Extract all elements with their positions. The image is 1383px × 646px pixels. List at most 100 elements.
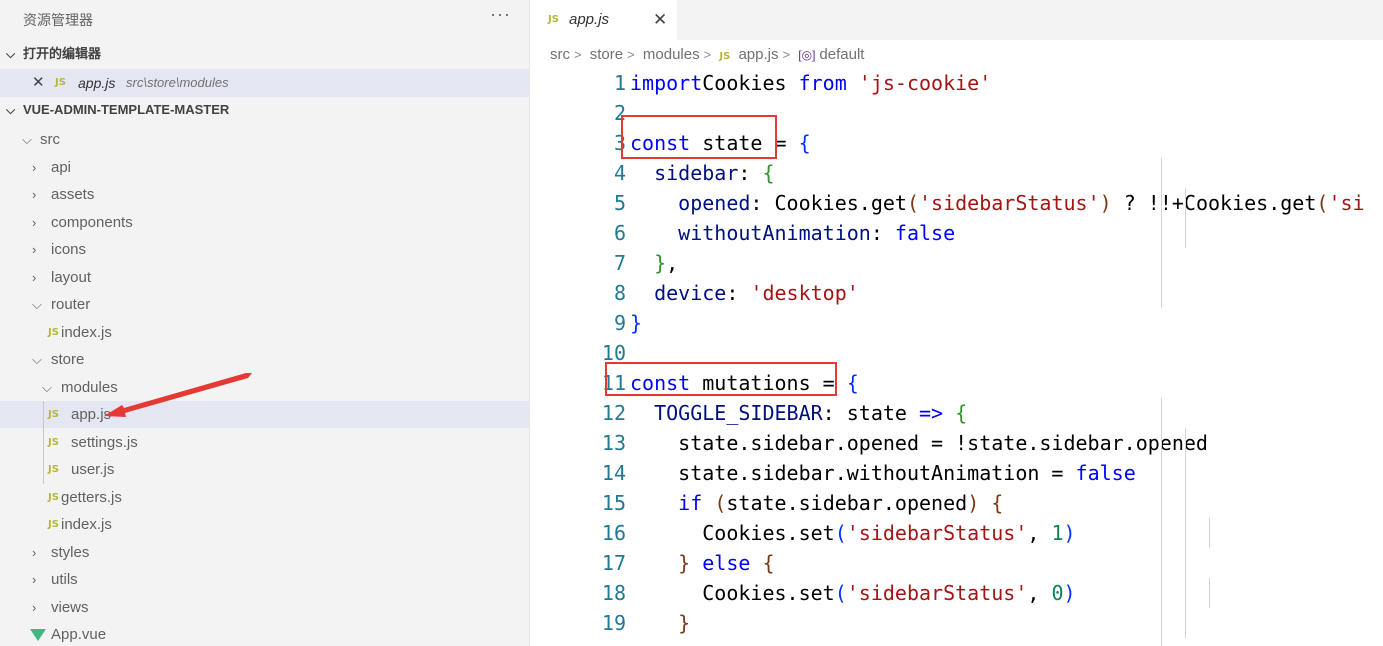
tree-folder-layout[interactable]: › layout	[0, 264, 529, 291]
tree-file-getters-js[interactable]: JS getters.js	[0, 484, 529, 511]
line-number: 9	[613, 311, 626, 335]
code-token: )	[1063, 521, 1076, 545]
code-token: 'sidebarStatus'	[919, 191, 1100, 215]
line-number: 2	[613, 101, 626, 125]
code-text: importCookies from 'js-cookie'	[630, 68, 991, 98]
open-editors-label: 打开的编辑器	[23, 46, 102, 61]
tree-item-label: components	[51, 213, 133, 231]
code-token: }	[654, 251, 667, 275]
tree-folder-icons[interactable]: › icons	[0, 236, 529, 263]
tree-folder-styles[interactable]: › styles	[0, 539, 529, 566]
code-token: {	[846, 371, 859, 395]
code-token: ,	[1027, 581, 1052, 605]
code-token: state.sidebar.opened = !state.sidebar.op…	[630, 431, 1208, 455]
breadcrumb-file[interactable]: app.js	[738, 46, 778, 63]
js-file-icon: JS	[48, 491, 59, 503]
code-token: )	[1063, 581, 1076, 605]
code-line: 13 state.sidebar.opened = !state.sidebar…	[530, 428, 1383, 458]
chevron-right-icon: ›	[32, 242, 37, 257]
explorer-title: 资源管理器	[23, 12, 93, 28]
code-token: else	[702, 551, 751, 575]
code-line: 6 withoutAnimation: false	[530, 218, 1383, 248]
code-token: : Cookies.get	[750, 191, 907, 215]
js-file-icon: JS	[548, 14, 559, 25]
line-number: 4	[613, 161, 626, 185]
more-actions-icon[interactable]: ···	[490, 4, 511, 25]
code-token: :	[870, 221, 895, 245]
open-editor-item[interactable]: ✕ JS app.js src\store\modules	[0, 69, 529, 97]
code-line: 8 device: 'desktop'	[530, 278, 1383, 308]
code-token: }	[678, 611, 691, 635]
chevron-right-icon: >	[574, 47, 582, 62]
code-token: {	[955, 401, 968, 425]
line-number: 3	[613, 131, 626, 155]
tree-folder-modules[interactable]: ⌵ modules	[0, 374, 529, 401]
close-icon[interactable]: ✕	[32, 69, 45, 97]
tree-folder-utils[interactable]: › utils	[0, 566, 529, 593]
code-token: from	[798, 71, 847, 95]
tree-item-label: getters.js	[61, 488, 122, 506]
line-number: 18	[601, 581, 626, 605]
open-editors-header[interactable]: ⌵ 打开的编辑器	[0, 41, 529, 67]
breadcrumb-src[interactable]: src	[550, 46, 570, 63]
tree-item-label: utils	[51, 571, 78, 588]
tree-file-settings-js[interactable]: JS settings.js	[0, 429, 529, 456]
close-icon[interactable]: ✕	[653, 0, 667, 40]
indent-guide	[1209, 518, 1210, 548]
tree-folder-router[interactable]: ⌵ router	[0, 291, 529, 318]
tree-folder-components[interactable]: › components	[0, 209, 529, 236]
code-token: 'si	[1328, 191, 1365, 215]
tree-folder-assets[interactable]: › assets	[0, 181, 529, 208]
code-text: Cookies.set('sidebarStatus', 0)	[630, 578, 1076, 608]
breadcrumb-modules[interactable]: modules	[643, 46, 700, 63]
code-token: )	[967, 491, 980, 515]
code-text: state.sidebar.withoutAnimation = false	[630, 458, 1136, 488]
line-number: 5	[613, 191, 626, 215]
tree-file-index-js[interactable]: JS index.js	[0, 511, 529, 538]
tree-item-label: router	[51, 296, 91, 313]
code-token: Cookies.set	[630, 581, 835, 605]
chevron-right-icon: ›	[32, 214, 37, 230]
tab-app-js[interactable]: JS app.js ✕	[530, 0, 677, 40]
breadcrumb-store[interactable]: store	[590, 46, 623, 63]
code-token: withoutAnimation	[678, 221, 871, 245]
code-text: opened: Cookies.get('sidebarStatus') ? !…	[630, 188, 1365, 218]
tree-folder-store[interactable]: ⌵ store	[0, 346, 529, 373]
tree-file-app-js[interactable]: JS app.js	[0, 401, 529, 428]
code-line: 18 Cookies.set('sidebarStatus', 0)	[530, 578, 1383, 608]
chevron-down-icon: ⌵	[32, 297, 42, 312]
code-text: device: 'desktop'	[630, 278, 859, 308]
tree-item-label: views	[51, 598, 89, 616]
breadcrumb-symbol[interactable]: default	[819, 46, 864, 63]
tree-file-index-js[interactable]: JS index.js	[0, 319, 529, 346]
chevron-down-icon: ⌵	[32, 352, 42, 367]
code-line: 15 if (state.sidebar.opened) {	[530, 488, 1383, 518]
code-token: )	[1099, 191, 1112, 215]
code-text: if (state.sidebar.opened) {	[630, 488, 1003, 518]
code-token: opened	[678, 191, 751, 215]
chevron-right-icon: >	[782, 47, 791, 62]
code-token: 'js-cookie'	[858, 71, 992, 95]
tree-folder-views[interactable]: › views	[0, 594, 529, 621]
indent-guide	[1161, 398, 1162, 646]
code-token: if	[678, 491, 703, 515]
indent-guide	[1185, 428, 1186, 638]
code-token: (	[834, 521, 847, 545]
tree-file-user-js[interactable]: JS user.js	[0, 456, 529, 483]
tree-item-label: modules	[61, 378, 118, 396]
code-token: }	[678, 551, 691, 575]
tree-folder-src[interactable]: ⌵ src	[0, 126, 529, 153]
js-file-icon: JS	[48, 464, 59, 475]
code-token: {	[991, 491, 1004, 515]
chevron-right-icon: ›	[32, 269, 37, 285]
indent-guide	[1209, 578, 1210, 608]
tree-item-label: styles	[51, 543, 90, 561]
project-header[interactable]: ⌵ VUE-ADMIN-TEMPLATE-MASTER	[0, 97, 529, 123]
tree-folder-api[interactable]: › api	[0, 154, 529, 181]
tree-file-App-vue[interactable]: App.vue	[0, 621, 529, 646]
